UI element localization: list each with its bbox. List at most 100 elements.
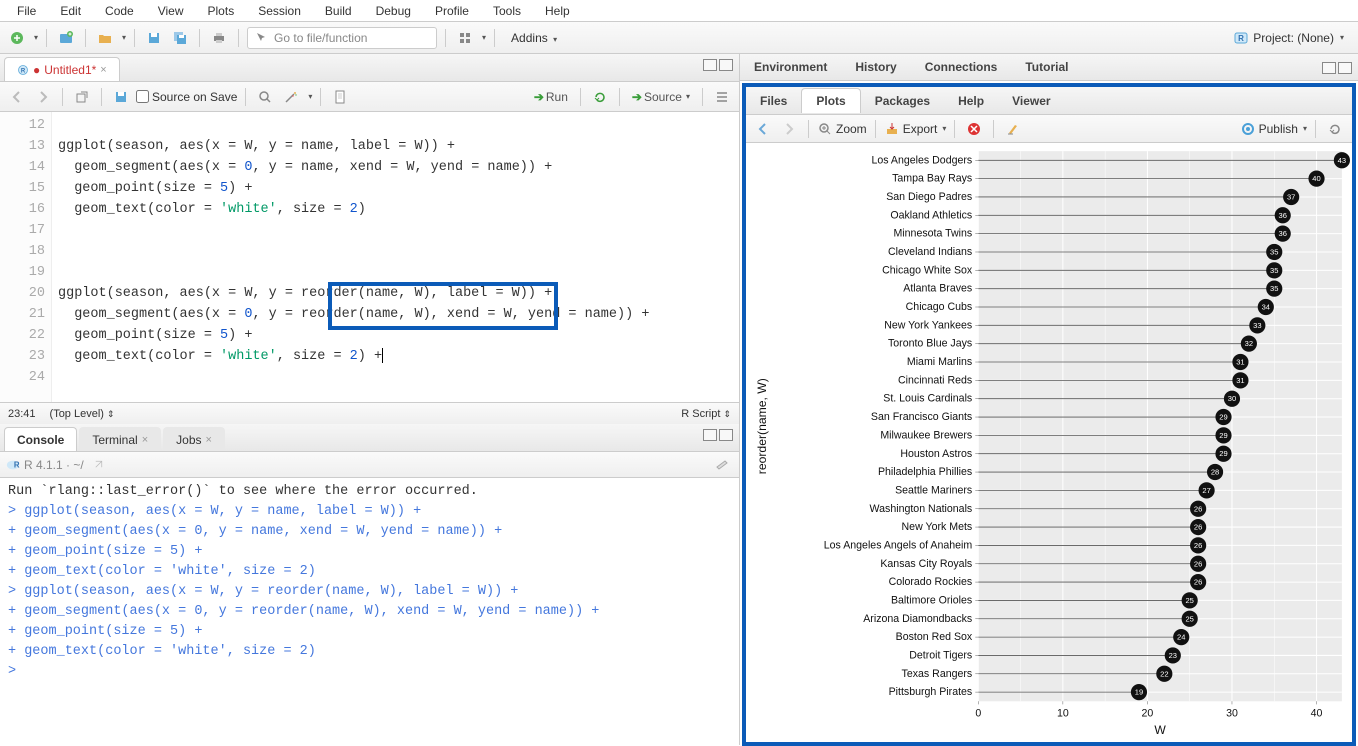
- svg-text:32: 32: [1245, 339, 1253, 348]
- language-indicator[interactable]: R Script ⇕: [681, 408, 731, 420]
- svg-text:31: 31: [1236, 358, 1244, 367]
- open-file-icon[interactable]: [94, 27, 116, 49]
- svg-text:26: 26: [1194, 541, 1202, 550]
- svg-text:26: 26: [1194, 559, 1202, 568]
- save-all-icon[interactable]: [169, 27, 191, 49]
- svg-text:R: R: [1238, 34, 1244, 43]
- menu-file[interactable]: File: [5, 2, 48, 20]
- chevron-down-icon[interactable]: ▾: [34, 33, 38, 42]
- minimize-pane-icon[interactable]: [703, 59, 717, 71]
- tab-history[interactable]: History: [841, 54, 910, 80]
- next-plot-icon[interactable]: [778, 118, 800, 140]
- addins-menu[interactable]: Addins ▾: [503, 29, 565, 47]
- maximize-pane-icon[interactable]: [1338, 62, 1352, 74]
- svg-text:Washington Nationals: Washington Nationals: [870, 503, 973, 515]
- compile-report-icon[interactable]: [329, 86, 351, 108]
- svg-text:Kansas City Royals: Kansas City Royals: [880, 558, 972, 570]
- menu-session[interactable]: Session: [246, 2, 313, 20]
- new-project-icon[interactable]: [55, 27, 77, 49]
- forward-icon[interactable]: [32, 86, 54, 108]
- svg-text:40: 40: [1311, 707, 1323, 719]
- unsaved-dot-icon: ●: [33, 63, 40, 77]
- tab-untitled1[interactable]: R ● Untitled1* ×: [4, 57, 120, 81]
- tab-help[interactable]: Help: [944, 89, 998, 113]
- minimize-pane-icon[interactable]: [703, 429, 717, 441]
- menu-debug[interactable]: Debug: [364, 2, 423, 20]
- new-file-icon[interactable]: [6, 27, 28, 49]
- svg-text:Cincinnati Reds: Cincinnati Reds: [898, 374, 972, 386]
- tab-viewer[interactable]: Viewer: [998, 89, 1064, 113]
- svg-text:26: 26: [1194, 523, 1202, 532]
- run-button[interactable]: ➔ Run: [530, 90, 572, 104]
- svg-text:New York Yankees: New York Yankees: [884, 319, 972, 331]
- rerun-icon[interactable]: [589, 86, 611, 108]
- svg-text:40: 40: [1312, 174, 1320, 183]
- chevron-down-icon[interactable]: ▾: [122, 33, 126, 42]
- maximize-pane-icon[interactable]: [719, 59, 733, 71]
- tab-environment[interactable]: Environment: [740, 54, 841, 80]
- minimize-pane-icon[interactable]: [1322, 62, 1336, 74]
- scope-indicator[interactable]: (Top Level) ⇕: [50, 408, 115, 420]
- zoom-icon: [817, 121, 833, 137]
- svg-text:Chicago Cubs: Chicago Cubs: [906, 301, 973, 313]
- publish-button[interactable]: Publish ▾: [1240, 121, 1307, 137]
- svg-text:23: 23: [1169, 651, 1177, 660]
- project-menu[interactable]: R Project: (None) ▾: [1233, 30, 1352, 46]
- close-icon[interactable]: ×: [100, 64, 106, 76]
- svg-text:Milwaukee Brewers: Milwaukee Brewers: [880, 429, 972, 441]
- refresh-icon[interactable]: [1324, 118, 1346, 140]
- tab-console[interactable]: Console: [4, 427, 77, 451]
- tab-packages[interactable]: Packages: [861, 89, 944, 113]
- tab-jobs[interactable]: Jobs ×: [163, 427, 225, 451]
- export-button[interactable]: Export ▾: [884, 121, 947, 137]
- chevron-down-icon[interactable]: ▾: [308, 92, 312, 101]
- back-icon[interactable]: [6, 86, 28, 108]
- menu-profile[interactable]: Profile: [423, 2, 481, 20]
- code-editor[interactable]: 12131415161718192021222324 ggplot(season…: [0, 112, 739, 402]
- svg-text:Atlanta Braves: Atlanta Braves: [903, 283, 972, 295]
- cursor-position: 23:41: [8, 408, 36, 420]
- source-button[interactable]: ➔ Source ▾: [628, 90, 694, 104]
- svg-text:San Francisco Giants: San Francisco Giants: [871, 411, 972, 423]
- menu-edit[interactable]: Edit: [48, 2, 93, 20]
- svg-text:Colorado Rockies: Colorado Rockies: [889, 576, 973, 588]
- menu-plots[interactable]: Plots: [196, 2, 247, 20]
- tab-plots[interactable]: Plots: [801, 88, 860, 113]
- prev-plot-icon[interactable]: [752, 118, 774, 140]
- tab-tutorial[interactable]: Tutorial: [1011, 54, 1082, 80]
- menu-view[interactable]: View: [146, 2, 196, 20]
- print-icon[interactable]: [208, 27, 230, 49]
- clear-all-icon[interactable]: [1002, 118, 1024, 140]
- main-toolbar: ▾ ▾ Go to file/function ▾ Addins ▾ R Pro…: [0, 22, 1358, 54]
- svg-text:Houston Astros: Houston Astros: [900, 448, 972, 460]
- console-output[interactable]: Run `rlang::last_error()` to see where t…: [0, 478, 739, 745]
- popout-icon[interactable]: [92, 459, 104, 471]
- chevron-down-icon[interactable]: ▾: [482, 33, 486, 42]
- menu-build[interactable]: Build: [313, 2, 364, 20]
- svg-text:29: 29: [1219, 449, 1227, 458]
- svg-text:St. Louis Cardinals: St. Louis Cardinals: [883, 393, 972, 405]
- menu-code[interactable]: Code: [93, 2, 146, 20]
- save-icon[interactable]: [143, 27, 165, 49]
- tab-terminal[interactable]: Terminal ×: [79, 427, 161, 451]
- menu-help[interactable]: Help: [533, 2, 582, 20]
- tab-files[interactable]: Files: [746, 89, 801, 113]
- zoom-button[interactable]: Zoom: [817, 121, 867, 137]
- remove-plot-icon[interactable]: [963, 118, 985, 140]
- source-on-save-checkbox[interactable]: Source on Save: [136, 90, 237, 104]
- svg-text:22: 22: [1160, 669, 1168, 678]
- svg-text:Baltimore Orioles: Baltimore Orioles: [891, 594, 972, 606]
- show-in-new-window-icon[interactable]: [71, 86, 93, 108]
- wand-icon[interactable]: [280, 86, 302, 108]
- menu-tools[interactable]: Tools: [481, 2, 533, 20]
- save-icon[interactable]: [110, 86, 132, 108]
- maximize-pane-icon[interactable]: [719, 429, 733, 441]
- svg-text:San Diego Padres: San Diego Padres: [886, 191, 972, 203]
- find-icon[interactable]: [254, 86, 276, 108]
- tab-connections[interactable]: Connections: [911, 54, 1012, 80]
- outline-icon[interactable]: [711, 86, 733, 108]
- grid-icon[interactable]: [454, 27, 476, 49]
- plot-toolbar: Zoom Export ▾ Publish ▾: [746, 115, 1352, 143]
- clear-console-icon[interactable]: [711, 454, 733, 476]
- goto-file-function-input[interactable]: Go to file/function: [247, 27, 437, 49]
